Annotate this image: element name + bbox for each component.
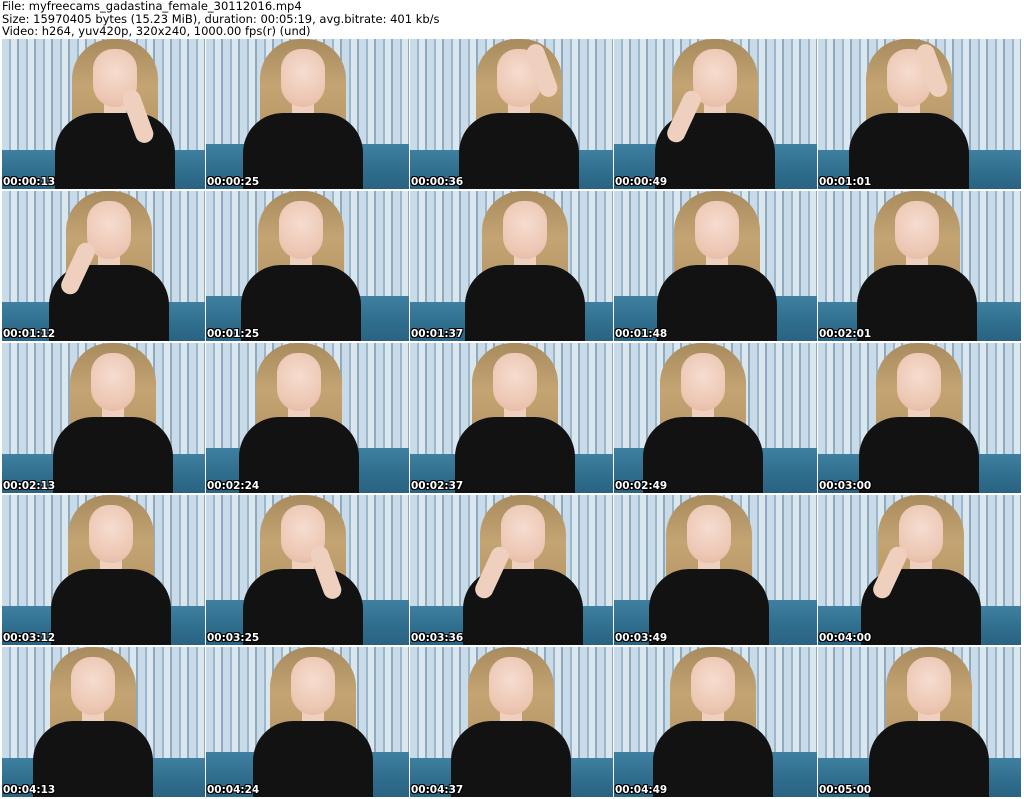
- black-top: [459, 113, 579, 189]
- video-thumbnail: 00:02:49: [614, 343, 817, 493]
- timestamp-label: 00:03:36: [411, 632, 464, 644]
- timestamp-label: 00:02:24: [207, 480, 260, 492]
- timestamp-label: 00:00:36: [411, 176, 464, 188]
- face: [71, 657, 115, 715]
- video-thumbnail: 00:03:12: [2, 495, 205, 645]
- video-thumbnail: 00:04:24: [206, 647, 409, 797]
- video-thumbnail: 00:01:25: [206, 191, 409, 341]
- face: [489, 657, 533, 715]
- timestamp-label: 00:01:25: [207, 328, 260, 340]
- black-top: [657, 265, 777, 341]
- video-thumbnail: 00:00:13: [2, 39, 205, 189]
- file-info-header: File: myfreecams_gadastina_female_301120…: [0, 0, 1024, 38]
- video-thumbnail: 00:04:13: [2, 647, 205, 797]
- video-thumbnail: 00:05:00: [818, 647, 1021, 797]
- face: [691, 657, 735, 715]
- face: [279, 201, 323, 259]
- black-top: [51, 569, 171, 645]
- timestamp-label: 00:00:13: [3, 176, 56, 188]
- timestamp-label: 00:01:12: [3, 328, 56, 340]
- black-top: [253, 721, 373, 797]
- video-thumbnail: 00:03:25: [206, 495, 409, 645]
- file-name-line: File: myfreecams_gadastina_female_301120…: [2, 0, 302, 13]
- timestamp-label: 00:02:01: [819, 328, 872, 340]
- video-thumbnail: 00:03:36: [410, 495, 613, 645]
- video-thumbnail: 00:04:00: [818, 495, 1021, 645]
- face: [695, 201, 739, 259]
- timestamp-label: 00:02:37: [411, 480, 464, 492]
- face: [281, 49, 325, 107]
- timestamp-label: 00:01:01: [819, 176, 872, 188]
- video-thumbnail: 00:03:00: [818, 343, 1021, 493]
- timestamp-label: 00:01:48: [615, 328, 668, 340]
- black-top: [653, 721, 773, 797]
- video-thumbnail: 00:01:48: [614, 191, 817, 341]
- timestamp-label: 00:00:25: [207, 176, 260, 188]
- video-thumbnail: 00:03:49: [614, 495, 817, 645]
- timestamp-label: 00:03:49: [615, 632, 668, 644]
- video-thumbnail: 00:02:01: [818, 191, 1021, 341]
- video-thumbnail: 00:00:49: [614, 39, 817, 189]
- timestamp-label: 00:03:12: [3, 632, 56, 644]
- black-top: [869, 721, 989, 797]
- face: [91, 353, 135, 411]
- video-thumbnail: 00:02:37: [410, 343, 613, 493]
- timestamp-label: 00:04:13: [3, 784, 56, 796]
- face: [493, 353, 537, 411]
- black-top: [465, 265, 585, 341]
- video-thumbnail: 00:00:25: [206, 39, 409, 189]
- face: [895, 201, 939, 259]
- black-top: [455, 417, 575, 493]
- timestamp-label: 00:04:00: [819, 632, 872, 644]
- black-top: [53, 417, 173, 493]
- face: [291, 657, 335, 715]
- video-thumbnail: 00:04:49: [614, 647, 817, 797]
- timestamp-label: 00:01:37: [411, 328, 464, 340]
- face: [687, 505, 731, 563]
- timestamp-label: 00:04:24: [207, 784, 260, 796]
- face: [89, 505, 133, 563]
- timestamp-label: 00:05:00: [819, 784, 872, 796]
- thumbnail-grid: 00:00:13 00:00:25 00:00:36 00:00:49 00:01:01…: [2, 39, 1022, 797]
- black-top: [451, 721, 571, 797]
- timestamp-label: 00:02:13: [3, 480, 56, 492]
- black-top: [243, 113, 363, 189]
- face: [681, 353, 725, 411]
- video-thumbnail: 00:02:13: [2, 343, 205, 493]
- video-thumbnail: 00:01:01: [818, 39, 1021, 189]
- video-thumbnail: 00:00:36: [410, 39, 613, 189]
- face: [897, 353, 941, 411]
- face: [907, 657, 951, 715]
- timestamp-label: 00:04:49: [615, 784, 668, 796]
- timestamp-label: 00:02:49: [615, 480, 668, 492]
- timestamp-label: 00:00:49: [615, 176, 668, 188]
- face: [503, 201, 547, 259]
- black-top: [243, 569, 363, 645]
- video-thumbnail: 00:01:12: [2, 191, 205, 341]
- video-thumbnail: 00:04:37: [410, 647, 613, 797]
- black-top: [859, 417, 979, 493]
- face: [277, 353, 321, 411]
- video-thumbnail: 00:02:24: [206, 343, 409, 493]
- video-info-line: Video: h264, yuv420p, 320x240, 1000.00 f…: [2, 24, 311, 39]
- video-thumbnail: 00:01:37: [410, 191, 613, 341]
- black-top: [55, 113, 175, 189]
- timestamp-label: 00:03:25: [207, 632, 260, 644]
- black-top: [857, 265, 977, 341]
- timestamp-label: 00:04:37: [411, 784, 464, 796]
- timestamp-label: 00:03:00: [819, 480, 872, 492]
